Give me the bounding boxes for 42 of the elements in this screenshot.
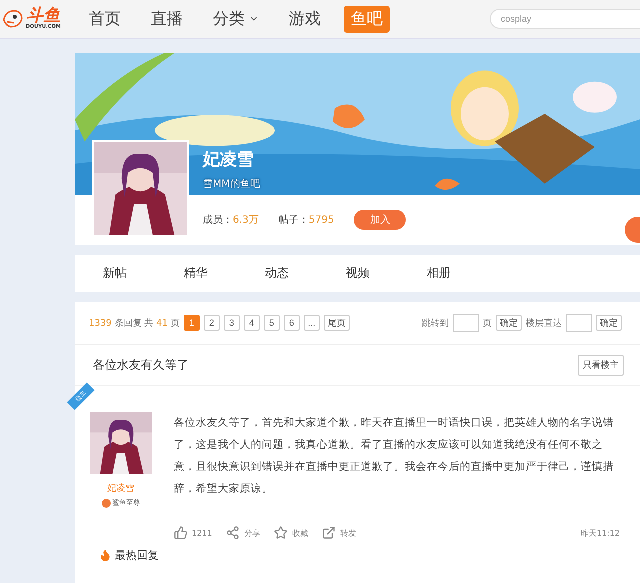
- share-action[interactable]: 分享: [226, 526, 260, 540]
- post-title: 各位水友有久等了: [93, 356, 189, 374]
- rank-icon: [102, 498, 110, 508]
- confirm-button[interactable]: 确定: [596, 315, 622, 331]
- page-button[interactable]: 2: [204, 315, 220, 331]
- nav-tab[interactable]: 分类: [206, 6, 266, 32]
- favorite-action[interactable]: 收藏: [274, 526, 308, 540]
- page-unit: 页: [483, 318, 492, 330]
- search-field[interactable]: cosplay: [490, 9, 640, 29]
- page-input[interactable]: [453, 314, 479, 332]
- section-tab[interactable]: 精华: [184, 265, 208, 282]
- star-icon: [274, 526, 288, 540]
- page-button[interactable]: 3: [224, 315, 240, 331]
- share-icon: [226, 526, 240, 540]
- reply-count: 1339 条回复 共 41 页: [89, 318, 180, 330]
- nav-tab[interactable]: 游戏: [282, 6, 328, 32]
- post-body: 各位水友久等了，首先和大家道个歉，昨天在直播里一时语快口误，把英雄人物的名字说错了，这是我个人的问题，我真心道歉。看了直播的水友应该可以知道我绝没有任何不敬之意，且很快意识到错误并在直播中更正道歉了。我会在今后的直播中更加严于律己，谨慎措辞，希望大家原谅。: [174, 416, 615, 497]
- forward-icon: [322, 526, 336, 540]
- nav-tab[interactable]: 首页: [82, 6, 128, 32]
- page-button[interactable]: ...: [304, 315, 320, 331]
- stat-text: 帖子：5795: [278, 214, 334, 227]
- floor-input[interactable]: [566, 314, 592, 332]
- page-button[interactable]: 6: [284, 315, 300, 331]
- like-action[interactable]: 1211: [174, 526, 212, 540]
- stat-text: 成员：6.3万: [203, 214, 259, 227]
- page-button[interactable]: 5: [264, 315, 280, 331]
- flame-icon: [99, 549, 112, 562]
- post-time: 昨天11:12: [580, 528, 620, 538]
- section-tab[interactable]: 相册: [427, 265, 451, 282]
- page-button[interactable]: 4: [244, 315, 260, 331]
- section-tab[interactable]: 动态: [265, 265, 289, 282]
- author-only-button[interactable]: 只看楼主: [578, 354, 624, 376]
- section-tab[interactable]: 视频: [346, 265, 370, 282]
- confirm-button[interactable]: 确定: [496, 315, 522, 331]
- page-button[interactable]: 尾页: [324, 315, 350, 331]
- nav-tab[interactable]: 直播: [144, 6, 190, 32]
- forward-action[interactable]: 转发: [322, 526, 356, 540]
- jump-label: 跳转到: [422, 318, 449, 330]
- section-tab[interactable]: 新帖: [103, 265, 127, 282]
- hot-replies-heading: 最热回复: [115, 548, 159, 563]
- floor-label: 楼层直达: [526, 318, 562, 330]
- thumbs-up-icon: [174, 526, 188, 540]
